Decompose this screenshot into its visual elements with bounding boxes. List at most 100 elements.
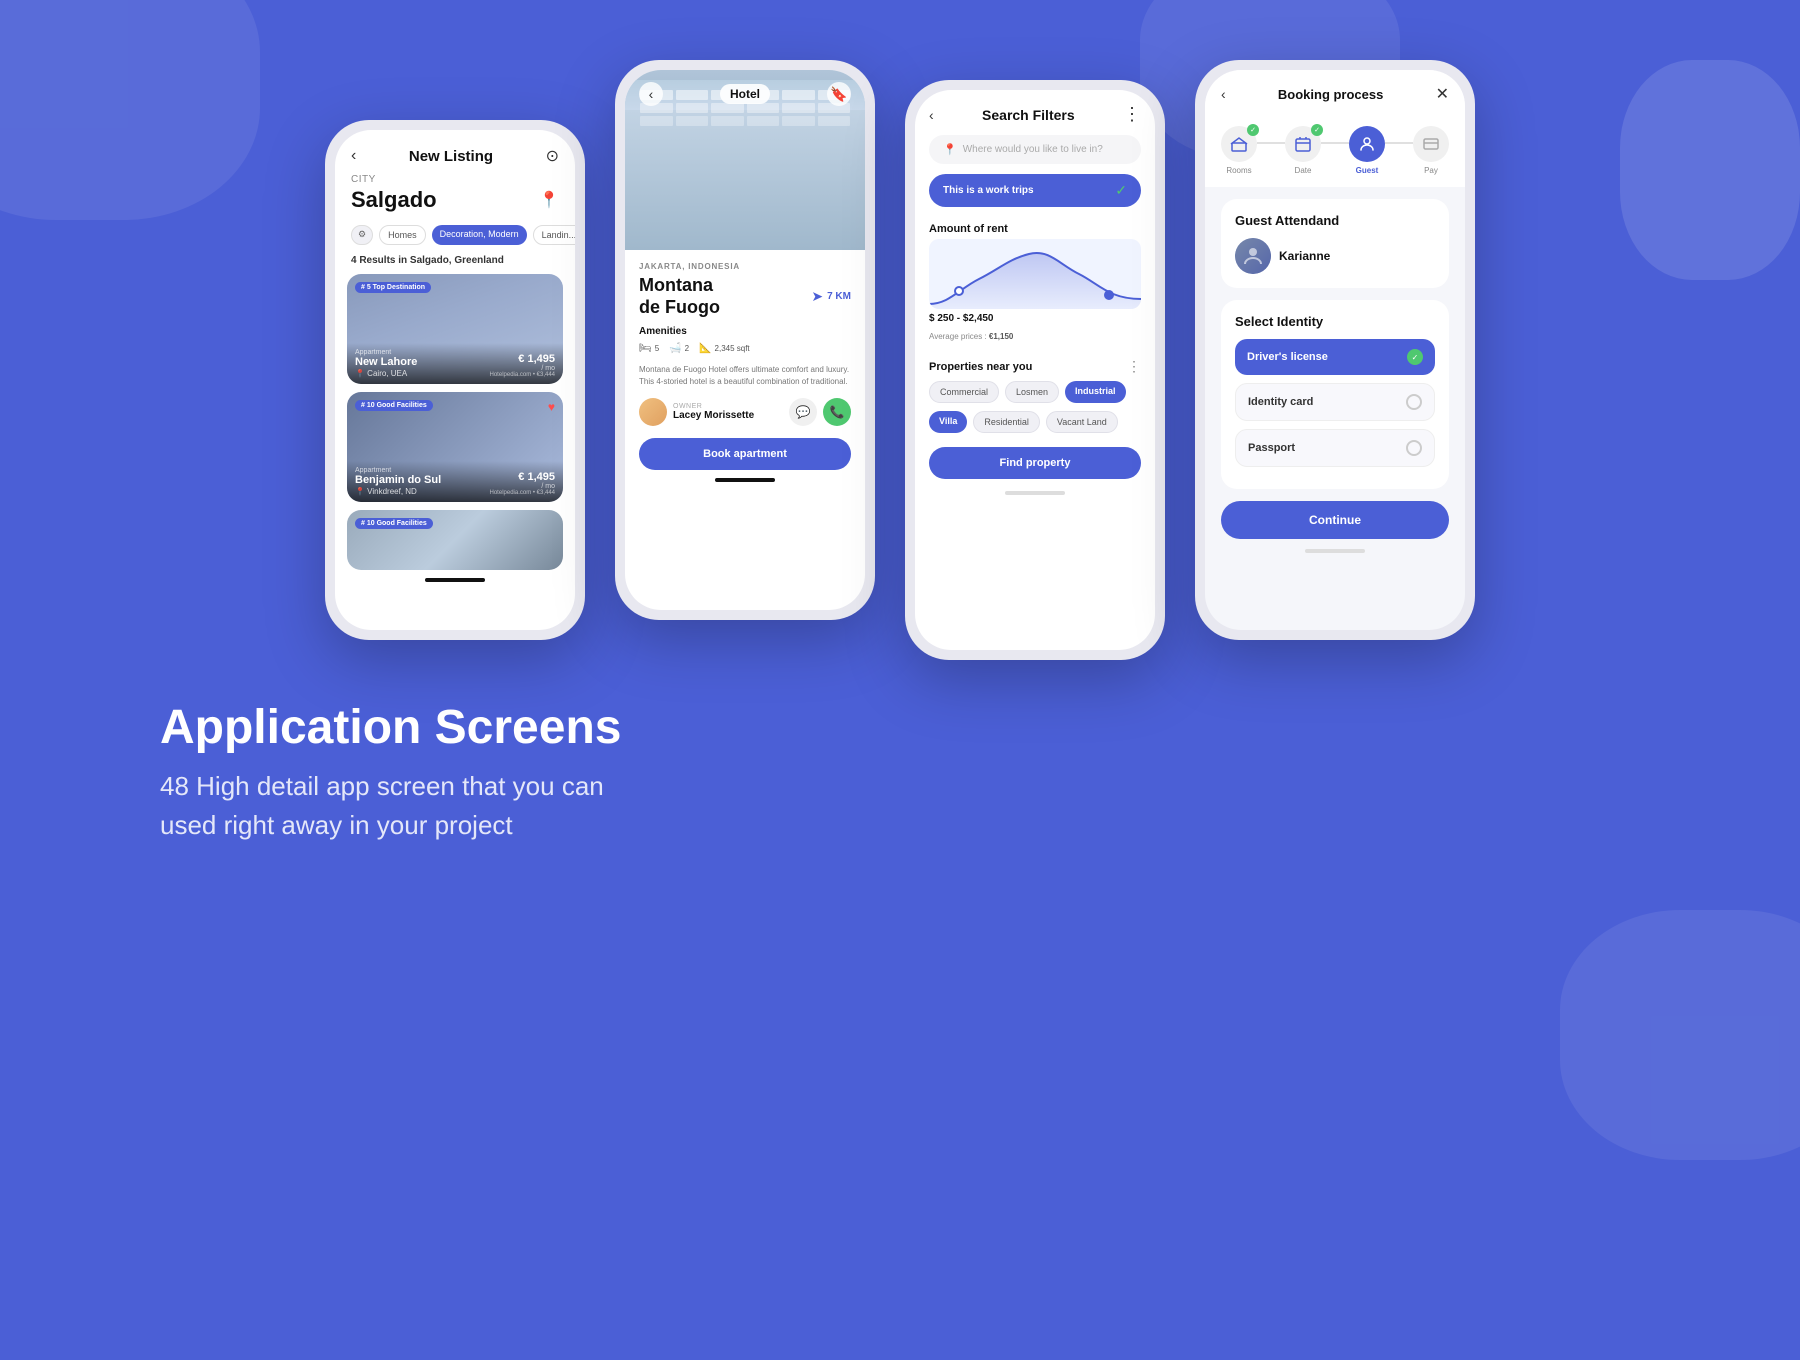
- p2-message-button[interactable]: 💬: [789, 398, 817, 426]
- tag-vacant[interactable]: Vacant Land: [1046, 411, 1118, 433]
- p4-identity-card-radio: [1406, 394, 1422, 410]
- phone-hotel: ‹ Hotel 🔖 JAKARTA, INDONESIA Montana de …: [615, 60, 875, 620]
- p1-card-1-info: Appartment New Lahore 📍 Cairo, UEA: [355, 349, 417, 378]
- p2-back-button[interactable]: ‹: [639, 82, 663, 106]
- p1-back-button[interactable]: ‹: [351, 147, 356, 165]
- p2-call-button[interactable]: 📞: [823, 398, 851, 426]
- filter-icon[interactable]: ⚙: [351, 225, 373, 245]
- p4-date-check: ✓: [1311, 124, 1323, 136]
- p1-card-1-price: € 1,495 / mo Hotelpedia.com • €3,444: [490, 353, 555, 378]
- p4-guest-icon-wrap: [1349, 126, 1385, 162]
- p4-passport-label: Passport: [1248, 442, 1295, 454]
- tag-commercial[interactable]: Commercial: [929, 381, 999, 403]
- avatar-image: [1235, 238, 1271, 274]
- p1-card-1-type: Appartment: [355, 349, 417, 356]
- p2-km-text: 7 KM: [827, 291, 851, 302]
- bed-icon: 🛏: [639, 343, 652, 354]
- p3-chart-svg: [929, 239, 1141, 309]
- p4-guest-name: Karianne: [1279, 249, 1330, 263]
- p3-section-more-button[interactable]: ⋮: [1127, 358, 1141, 375]
- p3-nearby-title: Properties near you: [929, 361, 1032, 373]
- phone-booking: ‹ Booking process ✕ ✓ Rooms: [1195, 60, 1475, 640]
- size-icon: 📐: [699, 343, 711, 354]
- p2-content: JAKARTA, INDONESIA Montana de Fuogo ➤ 7 …: [625, 250, 865, 498]
- p2-owner-row: OWNER Lacey Morissette 💬 📞: [639, 398, 851, 426]
- p4-guest-section-title: Guest Attendand: [1235, 213, 1435, 228]
- p3-back-button[interactable]: ‹: [929, 107, 934, 123]
- p4-step-date[interactable]: ✓ Date: [1285, 126, 1321, 175]
- p2-amenities-row: 🛏 5 🛁 2 📐 2,345 sqft: [639, 343, 851, 354]
- p3-find-button[interactable]: Find property: [929, 447, 1141, 479]
- p4-step-guest[interactable]: Guest: [1349, 126, 1385, 175]
- filter-landing[interactable]: Landin...: [533, 225, 575, 245]
- p2-name-line2: de Fuogo: [639, 297, 720, 319]
- p4-back-button[interactable]: ‹: [1221, 86, 1226, 102]
- p3-header: ‹ Search Filters ⋮: [915, 90, 1155, 135]
- p1-card-2[interactable]: # 10 Good Facilities ♥ Appartment Benjam…: [347, 392, 563, 502]
- p4-option-passport[interactable]: Passport: [1235, 429, 1435, 467]
- p2-hero-image: ‹ Hotel 🔖: [625, 70, 865, 250]
- p1-badge-3: # 10 Good Facilities: [355, 518, 433, 529]
- p1-filters: ⚙ Homes Decoration, Modern Landin...: [335, 221, 575, 253]
- p3-filter-label: This is a work trips: [943, 185, 1034, 196]
- p1-card-2-type: Appartment: [355, 467, 441, 474]
- p4-drivers-license-label: Driver's license: [1247, 351, 1328, 363]
- bg-decoration-3: [1620, 60, 1800, 280]
- p3-title: Search Filters: [982, 107, 1075, 123]
- p4-pay-label: Pay: [1424, 166, 1438, 175]
- bg-decoration-4: [1560, 910, 1800, 1160]
- p1-card-3[interactable]: # 10 Good Facilities: [347, 510, 563, 570]
- subtitle-line2: used right away in your project: [160, 810, 513, 840]
- p1-price-ref-2: Hotelpedia.com • €3,444: [490, 490, 555, 496]
- heart-icon[interactable]: ♥: [548, 400, 555, 414]
- tag-losmen[interactable]: Losmen: [1005, 381, 1059, 403]
- p4-bottom-bar: [1305, 549, 1365, 553]
- p3-chart-area: [929, 239, 1141, 309]
- p2-book-button[interactable]: Book apartment: [639, 438, 851, 470]
- p2-owner-info: OWNER Lacey Morissette: [639, 398, 754, 426]
- p4-identity-card: Select Identity Driver's license Identit…: [1221, 300, 1449, 489]
- p3-avg-price: Average prices : €1,150: [929, 332, 1013, 341]
- p3-more-button[interactable]: ⋮: [1123, 104, 1141, 125]
- tag-industrial[interactable]: Industrial: [1065, 381, 1126, 403]
- tag-villa[interactable]: Villa: [929, 411, 967, 433]
- p1-card-1[interactable]: # 5 Top Destination Appartment New Lahor…: [347, 274, 563, 384]
- p4-step-pay[interactable]: Pay: [1413, 126, 1449, 175]
- p4-guest-label: Guest: [1356, 166, 1379, 175]
- p2-km-badge: ➤ 7 KM: [811, 288, 851, 305]
- p3-search-box[interactable]: 📍 Where would you like to live in?: [929, 135, 1141, 164]
- p4-rooms-check: ✓: [1247, 124, 1259, 136]
- p4-continue-button[interactable]: Continue: [1221, 501, 1449, 539]
- p1-card-1-loc: 📍 Cairo, UEA: [355, 369, 417, 378]
- p4-pay-icon: [1413, 126, 1449, 162]
- p4-close-button[interactable]: ✕: [1436, 84, 1449, 104]
- p1-city-row: Salgado 📍: [335, 185, 575, 221]
- p1-price-sub-1: / mo: [490, 365, 555, 372]
- p4-rooms-icon-wrap: ✓: [1221, 126, 1257, 162]
- phone1-shell: ‹ New Listing ⊙ CITY Salgado 📍 ⚙ Homes: [325, 120, 585, 640]
- phone-search-filters: ‹ Search Filters ⋮ 📍 Where would you lik…: [905, 80, 1165, 660]
- bottom-section: Application Screens 48 High detail app s…: [80, 660, 1720, 865]
- p4-step-rooms[interactable]: ✓ Rooms: [1221, 126, 1257, 175]
- p3-active-filter[interactable]: This is a work trips ✓: [929, 174, 1141, 207]
- p3-filter-checkmark: ✓: [1115, 182, 1127, 199]
- p2-bottom-bar: [715, 478, 775, 482]
- p1-card-2-price: € 1,495 / mo Hotelpedia.com • €3,444: [490, 471, 555, 496]
- p3-range-row: $ 250 - $2,450: [915, 309, 1155, 326]
- filter-homes[interactable]: Homes: [379, 225, 426, 245]
- p4-header: ‹ Booking process ✕: [1205, 70, 1465, 114]
- p3-tags-row-2: Villa Residential Vacant Land: [915, 411, 1155, 441]
- p2-description: Montana de Fuogo Hotel offers ultimate c…: [639, 364, 851, 388]
- p4-guest-icon: [1349, 126, 1385, 162]
- filter-decoration[interactable]: Decoration, Modern: [432, 225, 527, 245]
- p1-price-sub-2: / mo: [490, 483, 555, 490]
- phone-new-listing: ‹ New Listing ⊙ CITY Salgado 📍 ⚙ Homes: [325, 60, 585, 640]
- p1-search-button[interactable]: ⊙: [546, 146, 559, 166]
- p1-bottom-bar: [425, 578, 485, 582]
- tag-residential[interactable]: Residential: [973, 411, 1040, 433]
- p3-tags-row-1: Commercial Losmen Industrial: [915, 381, 1155, 411]
- step-divider-1: [1257, 142, 1285, 144]
- p4-option-identity-card[interactable]: Identity card: [1235, 383, 1435, 421]
- p4-option-drivers-license[interactable]: Driver's license: [1235, 339, 1435, 375]
- p2-bookmark-button[interactable]: 🔖: [827, 82, 851, 106]
